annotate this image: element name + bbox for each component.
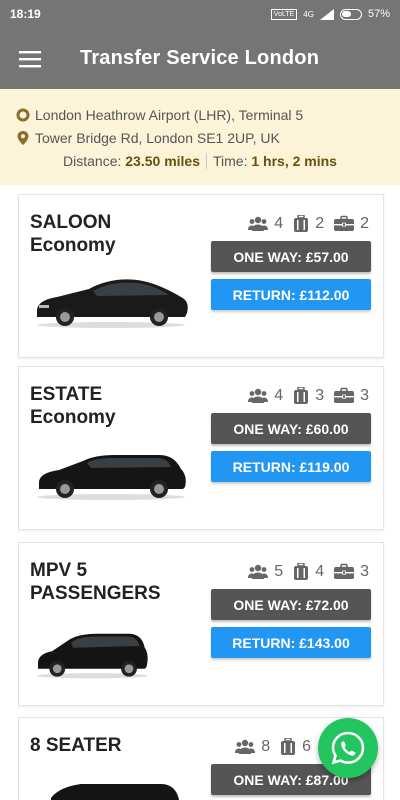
luggage-count: 2 bbox=[315, 215, 325, 232]
passengers-count: 5 bbox=[274, 563, 284, 580]
vehicle-name-line1: ESTATE bbox=[30, 384, 103, 405]
passengers-spec: 8 bbox=[235, 738, 270, 756]
luggage-count: 4 bbox=[315, 563, 325, 580]
menu-button[interactable] bbox=[0, 28, 60, 89]
hand-luggage-count: 3 bbox=[360, 387, 369, 404]
vehicle-specs: 4 2 2 bbox=[248, 215, 369, 233]
saloon-car-image bbox=[37, 279, 188, 328]
route-meta: Distance: 23.50 miles Time: 1 hrs, 2 min… bbox=[16, 153, 384, 169]
dropoff-address: Tower Bridge Rd, London SE1 2UP, UK bbox=[35, 129, 280, 146]
destination-pin-icon bbox=[17, 130, 29, 145]
signal-icon bbox=[319, 8, 334, 20]
hand-luggage-count: 3 bbox=[360, 563, 369, 580]
estate-car-image bbox=[37, 455, 186, 500]
passengers-count: 4 bbox=[274, 387, 284, 404]
dropoff-row: Tower Bridge Rd, London SE1 2UP, UK bbox=[16, 126, 384, 149]
return-price-button[interactable]: RETURN: £143.00 bbox=[211, 627, 371, 658]
battery-icon bbox=[339, 8, 362, 20]
status-time: 18:19 bbox=[10, 7, 41, 21]
vehicle-name-line2: PASSENGERS bbox=[30, 583, 161, 604]
luggage-spec: 3 bbox=[293, 387, 324, 405]
status-bar: 18:19 VoLTE 4G 57% bbox=[0, 0, 400, 28]
distance-label: Distance: bbox=[63, 153, 122, 169]
suitcase-icon bbox=[293, 563, 309, 581]
suitcase-icon bbox=[293, 387, 309, 405]
divider bbox=[206, 153, 207, 169]
time-label: Time: bbox=[213, 153, 248, 169]
suitcase-icon bbox=[280, 738, 296, 756]
briefcase-icon bbox=[334, 563, 354, 581]
passengers-icon bbox=[248, 563, 268, 581]
route-summary: London Heathrow Airport (LHR), Terminal … bbox=[0, 89, 400, 185]
vehicle-card-estate[interactable]: ESTATE Economy 4 3 3 ONE WAY: £60.00 RET… bbox=[18, 366, 384, 530]
luggage-spec: 6 bbox=[280, 738, 311, 756]
passengers-count: 4 bbox=[274, 215, 284, 232]
passengers-icon bbox=[235, 738, 255, 756]
luggage-count: 3 bbox=[315, 387, 325, 404]
suitcase-icon bbox=[293, 215, 309, 233]
passengers-spec: 4 bbox=[248, 387, 283, 405]
vehicle-name: ESTATE Economy bbox=[30, 383, 116, 429]
hand-luggage-spec: 2 bbox=[334, 215, 369, 233]
time-value: 1 hrs, 2 mins bbox=[251, 153, 337, 169]
vehicle-specs: 5 4 3 bbox=[248, 563, 369, 581]
vehicle-specs: 4 3 3 bbox=[248, 387, 369, 405]
luggage-spec: 2 bbox=[293, 215, 324, 233]
network-type: 4G bbox=[303, 9, 314, 19]
one-way-price-button[interactable]: ONE WAY: £72.00 bbox=[211, 589, 371, 620]
passengers-icon bbox=[248, 387, 268, 405]
vehicle-name: 8 SEATER bbox=[30, 734, 122, 757]
whatsapp-button[interactable] bbox=[318, 718, 378, 778]
vehicle-name-line1: 8 SEATER bbox=[30, 735, 122, 756]
passengers-icon bbox=[248, 215, 268, 233]
vehicle-card-saloon[interactable]: SALOON Economy 4 2 2 ONE WAY: £57.00 RET… bbox=[18, 194, 384, 358]
mpv-car-image bbox=[36, 633, 149, 679]
distance-value: 23.50 miles bbox=[125, 153, 200, 169]
vehicle-specs: 8 6 bbox=[235, 738, 311, 756]
vehicle-card-mpv[interactable]: MPV 5 PASSENGERS 5 4 3 ONE WAY: £72.00 R… bbox=[18, 542, 384, 706]
return-price-button[interactable]: RETURN: £119.00 bbox=[211, 451, 371, 482]
pickup-address: London Heathrow Airport (LHR), Terminal … bbox=[35, 106, 304, 123]
one-way-price-button[interactable]: ONE WAY: £57.00 bbox=[211, 241, 371, 272]
luggage-spec: 4 bbox=[293, 563, 324, 581]
passengers-spec: 5 bbox=[248, 563, 283, 581]
briefcase-icon bbox=[334, 387, 354, 405]
one-way-price-button[interactable]: ONE WAY: £60.00 bbox=[211, 413, 371, 444]
battery-level: 57% bbox=[367, 8, 390, 20]
vehicle-name-line1: MPV 5 bbox=[30, 560, 88, 581]
status-icons: VoLTE 4G 57% bbox=[270, 8, 390, 20]
app-bar: Transfer Service London bbox=[0, 28, 400, 89]
volte-icon: VoLTE bbox=[270, 8, 298, 20]
hamburger-menu-icon bbox=[19, 50, 41, 67]
vehicle-name-line2: Economy bbox=[30, 235, 116, 256]
origin-circle-icon bbox=[16, 108, 30, 121]
luggage-count: 6 bbox=[302, 738, 311, 755]
return-price-button[interactable]: RETURN: £112.00 bbox=[211, 279, 371, 310]
passengers-count: 8 bbox=[261, 738, 271, 755]
vehicle-name-line2: Economy bbox=[30, 407, 116, 428]
passengers-spec: 4 bbox=[248, 215, 283, 233]
vehicle-name-line1: SALOON bbox=[30, 212, 112, 233]
hand-luggage-count: 2 bbox=[360, 215, 369, 232]
pickup-row: London Heathrow Airport (LHR), Terminal … bbox=[16, 103, 384, 126]
whatsapp-icon bbox=[331, 731, 365, 765]
page-title: Transfer Service London bbox=[80, 47, 320, 69]
vehicle-name: SALOON Economy bbox=[30, 211, 116, 257]
briefcase-icon bbox=[334, 215, 354, 233]
vehicle-name: MPV 5 PASSENGERS bbox=[30, 559, 161, 605]
hand-luggage-spec: 3 bbox=[334, 563, 369, 581]
hand-luggage-spec: 3 bbox=[334, 387, 369, 405]
8-seater-van-image bbox=[51, 784, 179, 800]
